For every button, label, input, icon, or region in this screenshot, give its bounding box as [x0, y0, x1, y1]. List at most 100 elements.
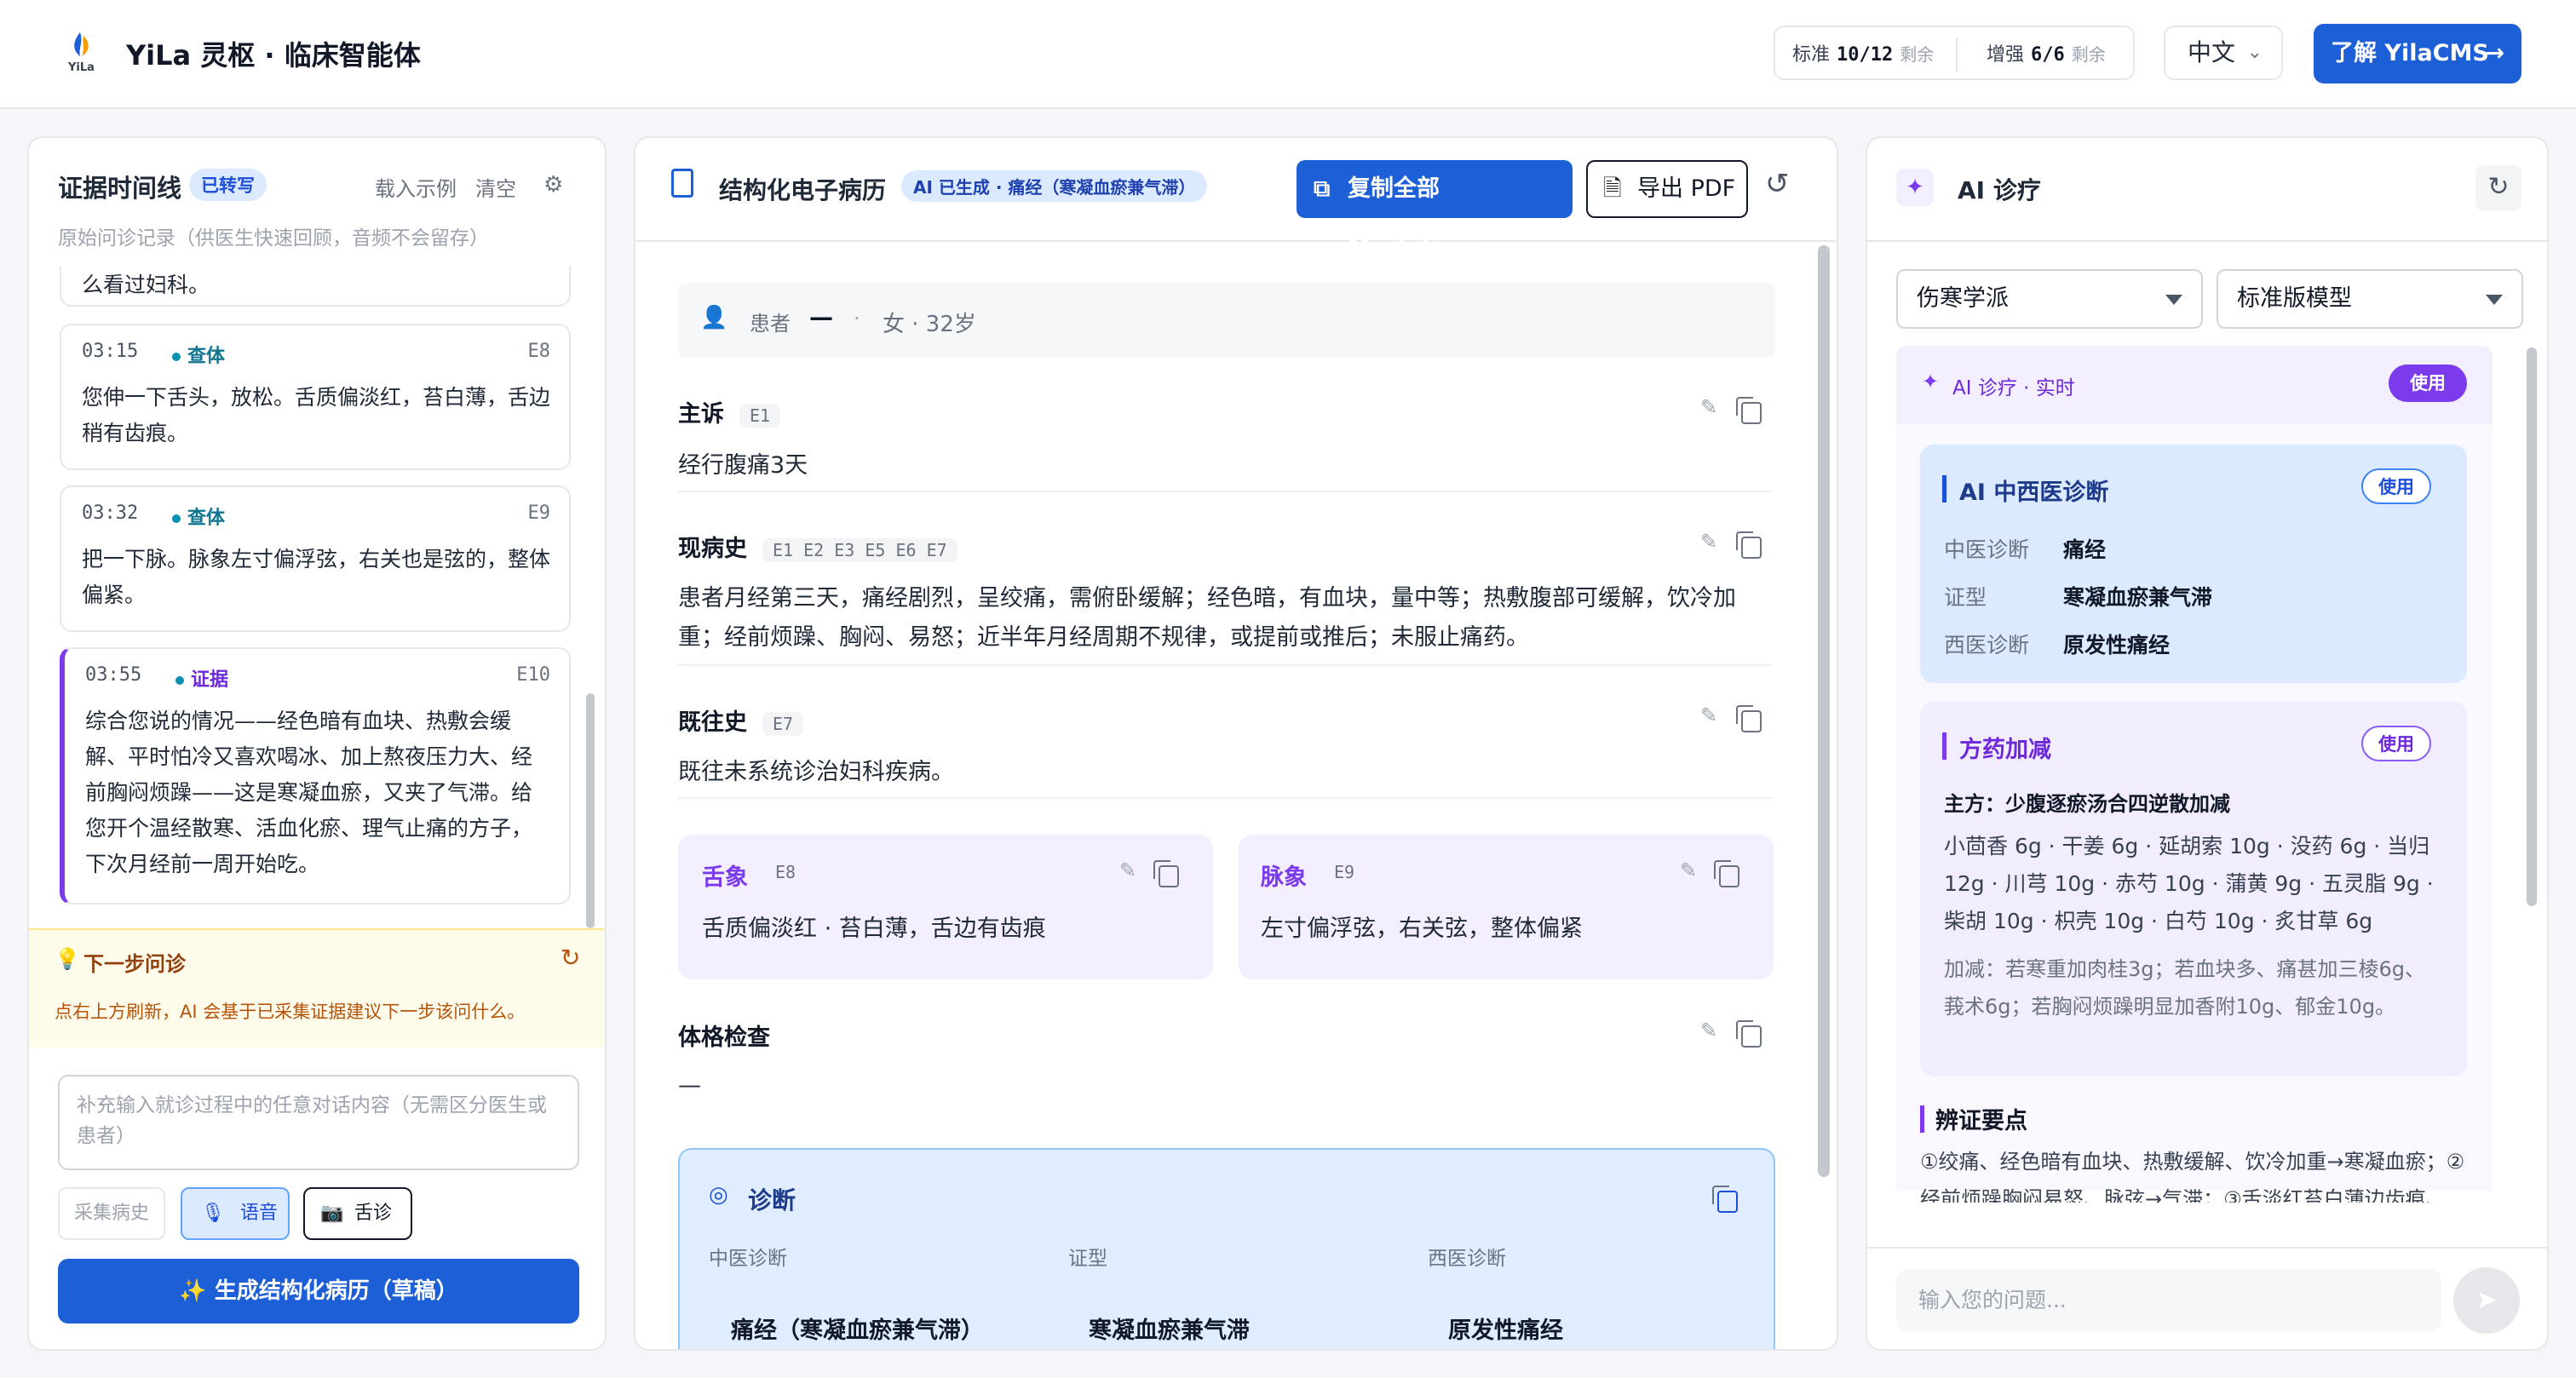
prescription-title: 方药加减	[1959, 737, 2051, 763]
quota-enhanced: 增强 6/6 剩余	[1987, 44, 2106, 66]
ai-generated-badge: AI 已生成 · 痛经（寒凝血瘀兼气滞）	[901, 170, 1208, 202]
prescription-card: 方药加减 使用 主方：少腹逐瘀汤合四逆散加减 小茴香 6g · 干姜 6g · …	[1920, 702, 2467, 1077]
quota-indicator: 标准 10/12 剩余 增强 6/6 剩余	[1774, 26, 2135, 80]
patient-label: 患者	[750, 312, 791, 336]
user-icon: 👤	[700, 305, 728, 330]
ai-question-input[interactable]: 输入您的问题...	[1896, 1269, 2441, 1332]
document-icon	[671, 169, 693, 198]
exam-text: —	[678, 1072, 701, 1099]
chief-complaint-text: 经行腹痛3天	[678, 452, 808, 479]
edit-icon[interactable]: ✎	[1700, 395, 1717, 419]
next-question-hint: 点右上方刷新，AI 会基于已采集证据建议下一步该问什么。	[55, 1002, 526, 1022]
patient-name[interactable]: —	[809, 303, 833, 331]
school-select[interactable]: 伤寒学派	[1896, 269, 2203, 329]
emr-header: 结构化电子病历 AI 已生成 · 痛经（寒凝血瘀兼气滞） ⧉ 复制全部 Markd…	[635, 138, 1837, 260]
hpi-heading: 现病史 E1 E2 E3 E5 E6 E7	[678, 530, 957, 563]
collect-history-button[interactable]: 采集病史	[58, 1187, 165, 1240]
modification-text: 加减：若寒重加肉桂3g；若血块多、痛甚加三棱6g、莪术6g；若胸闷烦躁明显加香附…	[1944, 957, 2426, 1019]
refresh-icon[interactable]: ↻	[2475, 165, 2521, 211]
scrollbar[interactable]	[2527, 347, 2537, 906]
use-diagnosis-button[interactable]: 使用	[2361, 468, 2431, 504]
diagnosis-title: 诊断	[748, 1186, 796, 1214]
realtime-label: AI 诊疗 · 实时	[1952, 377, 2075, 399]
lightbulb-icon: 💡	[55, 947, 80, 971]
copy-icon[interactable]	[1153, 860, 1179, 887]
language-select[interactable]: 中文 ⌄	[2164, 26, 2283, 80]
list-item[interactable]: 么看过妇科。	[60, 266, 571, 307]
app-title: YiLa 灵枢 · 临床智能体	[126, 39, 421, 72]
use-prescription-button[interactable]: 使用	[2361, 726, 2431, 761]
tongue-diagnosis-button[interactable]: 📷 舌诊	[303, 1187, 412, 1240]
diagnosis-card: ◎ 诊断 中医诊断 证型 西医诊断 痛经（寒凝血瘀兼气滞） 寒凝血瘀兼气滞 原发…	[678, 1148, 1775, 1349]
pmh-text: 既往未系统诊治妇科疾病。	[678, 759, 954, 785]
gear-icon[interactable]: ⚙	[543, 172, 563, 198]
ai-diagnosis-card: AI 中西医诊断 使用 中医诊断 痛经 证型 寒凝血瘀兼气滞 西医诊断 原发性痛…	[1920, 445, 2467, 683]
syndrome-value: 寒凝血瘀兼气滞	[1089, 1318, 1250, 1344]
patient-demographics: 女 · 32岁	[883, 312, 976, 337]
list-item[interactable]: 03:32 查体 E9 把一下脉。脉象左寸偏浮弦，右关也是弦的，整体偏紧。	[60, 485, 571, 632]
emr-panel: 结构化电子病历 AI 已生成 · 痛经（寒凝血瘀兼气滞） ⧉ 复制全部 Markd…	[634, 136, 1838, 1351]
evidence-timeline-panel: 证据时间线 已转写 载入示例 清空 ⚙ 原始问诊记录（供医生快速回顾，音频不会留…	[27, 136, 607, 1351]
edit-icon[interactable]: ✎	[1700, 530, 1717, 554]
edit-icon[interactable]: ✎	[1119, 858, 1136, 882]
key-points-text: ①绞痛、经色暗有血块、热敷缓解、饮冷加重→寒凝血瘀；②经前烦躁胸闷易怒、脉弦→气…	[1920, 1150, 2465, 1203]
ai-diagnosis-title: AI 中西医诊断	[1959, 479, 2109, 506]
reset-icon[interactable]: ↺	[1765, 167, 1790, 201]
copy-icon[interactable]	[1736, 1020, 1762, 1048]
export-pdf-button[interactable]: 🗎 导出 PDF	[1586, 160, 1748, 218]
clear-link[interactable]: 清空	[475, 172, 516, 202]
ai-result-scroll: ✦ AI 诊疗 · 实时 使用 AI 中西医诊断 使用 中医诊断 痛经 证型 寒…	[1896, 346, 2493, 1203]
next-question-box: 💡 下一步问诊 ↻ 点右上方刷新，AI 会基于已采集证据建议下一步该问什么。	[29, 928, 605, 1048]
edit-icon[interactable]: ✎	[1700, 703, 1717, 727]
tcm-diagnosis-value: 痛经（寒凝血瘀兼气滞）	[731, 1318, 984, 1344]
timeline-title: 证据时间线	[58, 174, 182, 203]
western-diagnosis-value: 原发性痛经	[2063, 633, 2171, 657]
edit-icon[interactable]: ✎	[1680, 858, 1697, 882]
tongue-card: 舌象 E8 ✎ 舌质偏淡红 · 苔白薄，舌边有齿痕	[678, 835, 1213, 979]
hpi-text: 患者月经第三天，痛经剧烈，呈绞痛，需俯卧缓解；经色暗，有血块，量中等；热敷腹部可…	[678, 585, 1736, 651]
scrollbar[interactable]	[586, 693, 595, 928]
copy-icon[interactable]	[1712, 1186, 1738, 1213]
patient-info-bar: 👤 患者 — · 女 · 32岁	[678, 283, 1775, 358]
use-all-button[interactable]: 使用	[2389, 365, 2467, 402]
list-item[interactable]: 03:55 证据 E10 综合您说的情况——经色暗有血块、热敷会缓解、平时怕冷又…	[60, 647, 571, 904]
microphone-icon: 🎙	[201, 1203, 225, 1224]
model-select[interactable]: 标准版模型	[2217, 269, 2523, 329]
copy-icon[interactable]	[1736, 397, 1762, 424]
logo-text: YiLa	[68, 61, 95, 74]
sparkle-icon: ✦	[1922, 370, 1940, 393]
top-bar: YiLa YiLa 灵枢 · 临床智能体 标准 10/12 剩余 增强 6/6 剩余 中…	[0, 0, 2576, 109]
quota-standard: 标准 10/12 剩余	[1792, 44, 1935, 66]
herb-list: 小茴香 6g · 干姜 6g · 延胡索 10g · 没药 6g · 当归 12…	[1944, 834, 2434, 933]
chevron-down-icon: ⌄	[2246, 42, 2263, 63]
pulse-card: 脉象 E9 ✎ 左寸偏浮弦，右关弦，整体偏紧	[1239, 835, 1774, 979]
ai-header: ✦ AI 诊疗 ↻	[1867, 138, 2547, 242]
dropdown-icon	[2165, 295, 2182, 305]
dialogue-input[interactable]: 补充输入就诊过程中的任意对话内容（无需区分医生或患者）	[58, 1075, 579, 1170]
scrollbar[interactable]	[1818, 245, 1830, 1177]
load-example-link[interactable]: 载入示例	[375, 172, 457, 202]
separator: ·	[854, 307, 860, 330]
send-icon[interactable]: ➤	[2453, 1267, 2520, 1334]
refresh-icon[interactable]: ↻	[561, 944, 580, 972]
voice-button[interactable]: 🎙 语音	[181, 1187, 290, 1240]
tcm-diagnosis-value: 痛经	[2063, 537, 2107, 562]
arrow-right-icon: →	[2485, 40, 2504, 66]
transcribed-badge: 已转写	[189, 169, 267, 201]
copy-icon[interactable]	[1714, 860, 1739, 887]
western-diagnosis-value: 原发性痛经	[1448, 1318, 1563, 1344]
copy-markdown-button[interactable]: ⧉ 复制全部 Markdown	[1297, 160, 1573, 260]
edit-icon[interactable]: ✎	[1700, 1019, 1717, 1042]
list-item[interactable]: 03:15 查体 E8 您伸一下舌头，放松。舌质偏淡红，苔白薄，舌边稍有齿痕。	[60, 324, 571, 470]
copy-icon[interactable]	[1736, 705, 1762, 732]
file-download-icon: 🗎	[1603, 175, 1622, 202]
ai-treatment-panel: ✦ AI 诊疗 ↻ 伤寒学派 标准版模型 ✦ AI 诊疗 · 实时 使用 AI …	[1866, 136, 2549, 1351]
generate-emr-button[interactable]: ✨ 生成结构化病历（草稿）	[58, 1259, 579, 1323]
copy-icon[interactable]	[1736, 531, 1762, 559]
main-formula: 主方：少腹逐瘀汤合四逆散加减	[1944, 792, 2230, 816]
learn-yilacms-button[interactable]: 了解 YilaCMS →	[2314, 24, 2521, 83]
syndrome-value: 寒凝血瘀兼气滞	[2063, 585, 2213, 610]
yila-logo: YiLa	[61, 31, 102, 75]
copy-icon: ⧉	[1314, 175, 1331, 202]
pulse-text: 左寸偏浮弦，右关弦，整体偏紧	[1261, 916, 1583, 942]
